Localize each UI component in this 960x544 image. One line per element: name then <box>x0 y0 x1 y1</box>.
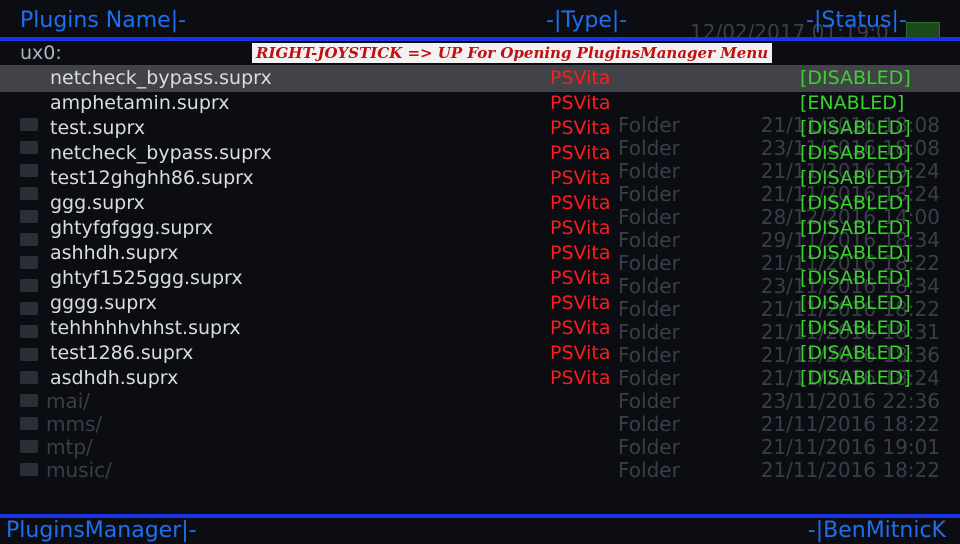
plugin-type: PSVita <box>550 342 611 364</box>
background-file-row: mai/Folder 23/11/2016 22:36 <box>0 389 960 413</box>
plugin-status: [DISABLED] <box>800 267 911 289</box>
plugin-type: PSVita <box>550 167 611 189</box>
background-file-name: mms/ <box>46 412 103 436</box>
plugin-status: [DISABLED] <box>800 367 911 389</box>
plugin-status: [DISABLED] <box>800 192 911 214</box>
background-file-date: 23/11/2016 22:36 <box>760 389 940 413</box>
plugin-row[interactable]: ashhdh.suprx PSVita [DISABLED] <box>0 242 960 267</box>
plugin-type: PSVita <box>550 117 611 139</box>
plugin-row[interactable]: netcheck_bypass.suprx PSVita [DISABLED] <box>0 67 960 92</box>
plugin-row[interactable]: ghtyf1525ggg.suprx PSVita [DISABLED] <box>0 267 960 292</box>
background-file-date: 21/11/2016 18:22 <box>760 458 940 482</box>
plugin-type: PSVita <box>550 142 611 164</box>
background-file-type: Folder <box>618 435 680 459</box>
plugin-row[interactable]: ggg.suprx PSVita [DISABLED] <box>0 192 960 217</box>
plugin-row[interactable]: test1286.suprx PSVita [DISABLED] <box>0 342 960 367</box>
background-file-date: 21/11/2016 19:01 <box>760 435 940 459</box>
background-file-type: Folder <box>618 412 680 436</box>
background-file-type: Folder <box>618 389 680 413</box>
background-file-date: 21/11/2016 18:22 <box>760 412 940 436</box>
plugin-type: PSVita <box>550 217 611 239</box>
plugin-type: PSVita <box>550 92 611 114</box>
column-header-status: -|Status|- <box>806 8 907 33</box>
hint-banner: RIGHT-JOYSTICK => UP For Opening Plugins… <box>252 43 773 63</box>
background-file-name: mai/ <box>46 389 91 413</box>
header: Plugins Name|- -|Type|- -|Status|- <box>0 0 960 40</box>
plugin-status: [DISABLED] <box>800 292 911 314</box>
header-divider <box>0 37 960 41</box>
plugin-status: [DISABLED] <box>800 342 911 364</box>
plugin-name: gggg.suprx <box>50 292 157 314</box>
plugin-row[interactable]: tehhhhhvhhst.suprx PSVita [DISABLED] <box>0 317 960 342</box>
background-file-name: music/ <box>46 458 112 482</box>
background-file-type: Folder <box>618 458 680 482</box>
plugin-type: PSVita <box>550 192 611 214</box>
plugin-status: [ENABLED] <box>800 92 905 114</box>
background-file-row: music/Folder 21/11/2016 18:22 <box>0 458 960 482</box>
plugin-status: [DISABLED] <box>800 142 911 164</box>
folder-icon <box>20 463 38 476</box>
background-file-row: mtp/Folder 21/11/2016 19:01 <box>0 435 960 459</box>
plugin-type: PSVita <box>550 317 611 339</box>
plugin-type: PSVita <box>550 292 611 314</box>
mount-label: ux0: <box>20 42 62 64</box>
plugin-row[interactable]: ghtyfgfggg.suprx PSVita [DISABLED] <box>0 217 960 242</box>
plugin-row[interactable]: asdhdh.suprx PSVita [DISABLED] <box>0 367 960 392</box>
plugin-row[interactable]: gggg.suprx PSVita [DISABLED] <box>0 292 960 317</box>
plugin-type: PSVita <box>550 242 611 264</box>
plugin-type: PSVita <box>550 267 611 289</box>
folder-icon <box>20 394 38 407</box>
plugin-name: test.suprx <box>50 117 146 139</box>
background-file-row: mms/Folder 21/11/2016 18:22 <box>0 412 960 436</box>
plugin-status: [DISABLED] <box>800 217 911 239</box>
column-header-type: -|Type|- <box>546 8 628 33</box>
column-header-name: Plugins Name|- <box>20 8 187 33</box>
plugin-name: tehhhhhvhhst.suprx <box>50 317 241 339</box>
background-file-name: mtp/ <box>46 435 93 459</box>
plugin-name: netcheck_bypass.suprx <box>50 142 272 164</box>
plugin-type: PSVita <box>550 367 611 389</box>
plugin-name: ghtyf1525ggg.suprx <box>50 267 243 289</box>
plugin-name: netcheck_bypass.suprx <box>50 67 272 89</box>
plugin-name: ashhdh.suprx <box>50 242 179 264</box>
plugin-name: asdhdh.suprx <box>50 367 179 389</box>
plugin-status: [DISABLED] <box>800 117 911 139</box>
folder-icon <box>20 417 38 430</box>
plugin-name: ggg.suprx <box>50 192 145 214</box>
plugin-name: test1286.suprx <box>50 342 194 364</box>
folder-icon <box>20 440 38 453</box>
footer-author: -|BenMitnicK <box>807 518 946 543</box>
plugin-name: amphetamin.suprx <box>50 92 230 114</box>
plugin-row[interactable]: test12ghghh86.suprx PSVita [DISABLED] <box>0 167 960 192</box>
footer-app-name: PluginsManager|- <box>6 518 197 543</box>
plugin-status: [DISABLED] <box>800 67 911 89</box>
plugin-status: [DISABLED] <box>800 167 911 189</box>
plugin-status: [DISABLED] <box>800 317 911 339</box>
plugin-name: ghtyfgfggg.suprx <box>50 217 214 239</box>
plugin-type: PSVita <box>550 67 611 89</box>
plugin-status: [DISABLED] <box>800 242 911 264</box>
plugin-row[interactable]: netcheck_bypass.suprx PSVita [DISABLED] <box>0 142 960 167</box>
plugin-row[interactable]: test.suprx PSVita [DISABLED] <box>0 117 960 142</box>
plugin-row[interactable]: amphetamin.suprx PSVita [ENABLED] <box>0 92 960 117</box>
plugin-name: test12ghghh86.suprx <box>50 167 254 189</box>
